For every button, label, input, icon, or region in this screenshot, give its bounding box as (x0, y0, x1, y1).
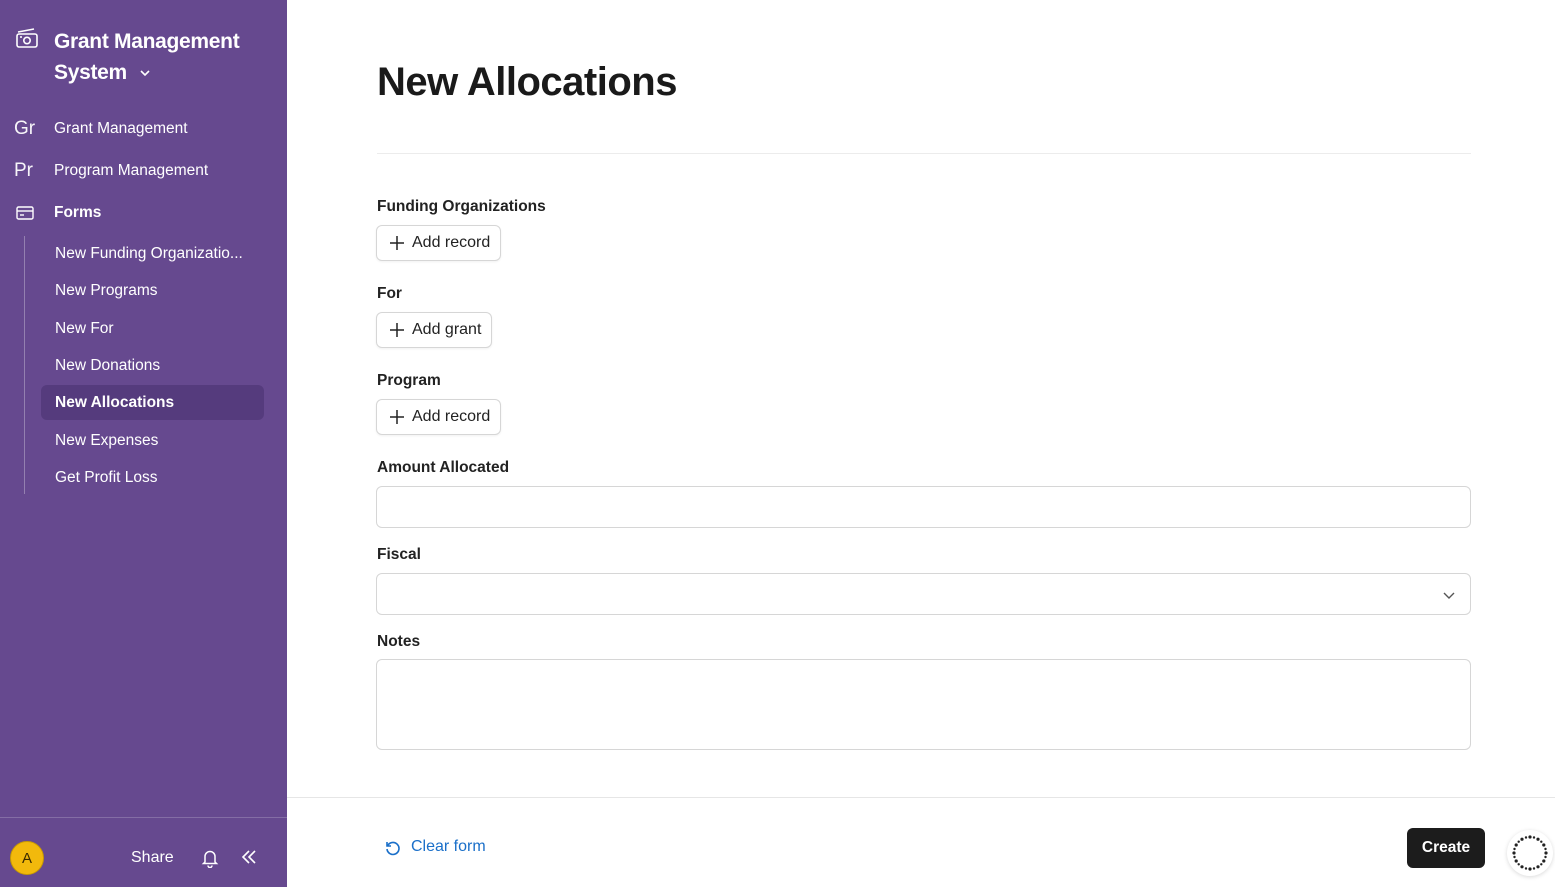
spinner-icon (1512, 835, 1548, 871)
bell-icon[interactable] (201, 848, 219, 868)
sidebar-item-abbr: Pr (14, 160, 33, 181)
main-content: New Allocations Funding Organizations Ad… (287, 0, 1555, 887)
clear-form-label: Clear form (411, 838, 486, 855)
loading-spinner (1507, 830, 1553, 876)
avatar[interactable]: A (10, 841, 44, 875)
forms-subnav: New Funding Organizatio... New Programs … (24, 236, 274, 494)
add-button-label: Add record (412, 408, 491, 425)
sidebar-footer: A Share (0, 817, 287, 887)
sidebar-subitem-get-profit-loss[interactable]: Get Profit Loss (41, 460, 264, 495)
notes-label: Notes (377, 633, 421, 650)
sidebar-nav: Gr Grant Management Pr Program Managemen… (0, 108, 287, 234)
plus-icon (390, 323, 404, 337)
share-button[interactable]: Share (131, 849, 174, 867)
plus-icon (390, 410, 404, 424)
add-button-label: Add grant (412, 321, 482, 338)
program-label: Program (377, 372, 441, 389)
title-divider (377, 153, 1471, 154)
sidebar-item-label: Forms (54, 204, 102, 221)
sidebar-subitem-new-funding-organizations[interactable]: New Funding Organizatio... (41, 236, 264, 271)
sidebar-item-label: Grant Management (54, 120, 188, 137)
sidebar-subitem-new-allocations[interactable]: New Allocations (41, 385, 264, 420)
sidebar: Grant Management System Gr Grant Managem… (0, 0, 287, 887)
amount-allocated-label: Amount Allocated (377, 459, 510, 476)
sidebar-item-grant-management[interactable]: Gr Grant Management (0, 108, 287, 150)
app-title[interactable]: Grant Management System (54, 26, 284, 88)
notes-textarea[interactable] (376, 659, 1471, 750)
sidebar-subitem-new-expenses[interactable]: New Expenses (41, 423, 264, 458)
add-grant-button[interactable]: Add grant (376, 312, 493, 348)
fiscal-select[interactable] (376, 573, 1471, 615)
sidebar-subitem-new-for[interactable]: New For (41, 311, 264, 346)
undo-icon (386, 841, 400, 856)
app-title-line1: Grant Management (54, 30, 240, 53)
clear-form-button[interactable]: Clear form (383, 838, 486, 856)
sidebar-item-label: Program Management (54, 162, 209, 179)
app-title-line2: System (54, 61, 127, 84)
page-title: New Allocations (377, 60, 677, 104)
sidebar-item-abbr: Gr (14, 118, 36, 139)
collapse-sidebar-icon[interactable] (240, 848, 258, 866)
app-header[interactable]: Grant Management System (14, 24, 240, 84)
amount-allocated-input[interactable] (376, 486, 1471, 528)
add-button-label: Add record (412, 234, 491, 251)
chevron-down-icon (140, 70, 151, 77)
create-button[interactable]: Create (1407, 828, 1485, 868)
sidebar-item-program-management[interactable]: Pr Program Management (0, 150, 287, 192)
plus-icon (390, 236, 404, 250)
sidebar-item-forms[interactable]: Forms (0, 192, 287, 234)
sidebar-subitem-new-donations[interactable]: New Donations (41, 348, 264, 383)
money-camera-icon (16, 28, 38, 48)
for-label: For (377, 285, 402, 302)
chevron-down-icon (1443, 592, 1455, 599)
funding-organizations-label: Funding Organizations (377, 198, 546, 215)
fiscal-label: Fiscal (377, 546, 421, 563)
form-footer: Clear form Create (287, 797, 1555, 887)
add-funding-organization-button[interactable]: Add record (376, 225, 502, 261)
add-program-button[interactable]: Add record (376, 399, 502, 435)
window-icon (16, 206, 34, 220)
sidebar-subitem-new-programs[interactable]: New Programs (41, 273, 264, 308)
